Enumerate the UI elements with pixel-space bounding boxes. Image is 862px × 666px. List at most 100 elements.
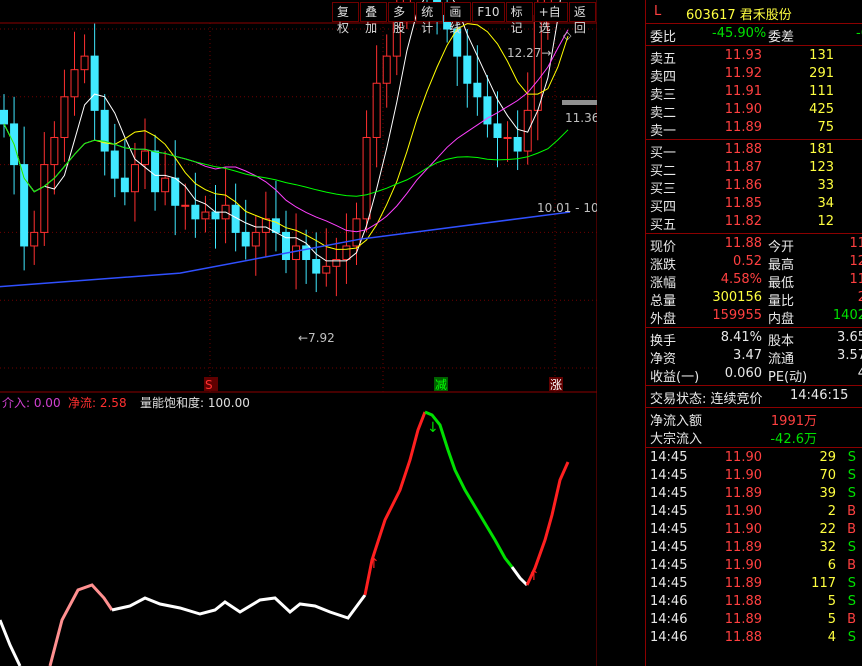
cell: 买二 (650, 164, 677, 179)
cell: 5 (827, 594, 836, 609)
indicator-label-0: 介入: 0.00 (2, 396, 61, 410)
toolbar-button-4[interactable]: 画线 (444, 2, 472, 35)
cell: 11.86 (724, 178, 762, 193)
cell: 大宗流入 (650, 432, 703, 447)
kline-chart[interactable]: 12.0011.5011.0010.5010.009.509.008.508.0… (0, 0, 597, 666)
cell: 卖五 (650, 52, 677, 67)
cell: 14:45 (650, 468, 688, 483)
indicator-curve-0 (0, 619, 22, 666)
panel-separator (646, 447, 862, 448)
cell: 34 (817, 196, 834, 211)
cell: S (847, 468, 856, 483)
cell: 123 (809, 160, 834, 175)
cell: 70 (819, 468, 836, 483)
cell: 0.52 (733, 254, 762, 269)
cell: 2 (827, 504, 836, 519)
cell: 12 (817, 214, 834, 229)
candle-body-51 (513, 136, 522, 152)
cell: 买三 (650, 182, 677, 197)
toolbar-button-1[interactable]: 叠加 (360, 2, 388, 35)
cell: 11.89 (724, 612, 762, 627)
cell: 11.90 (724, 468, 762, 483)
value: -45.90% (712, 26, 767, 41)
cell: 11.89 (724, 576, 762, 591)
toolbar-button-7[interactable]: +自选 (533, 2, 568, 35)
toolbar-button-0[interactable]: 复权 (332, 2, 360, 35)
candle-body-8 (80, 55, 89, 71)
bid-row-3: 买四 11.85 34 (650, 196, 862, 215)
ask-row-1: 卖四 11.92 291 (650, 66, 862, 85)
cell: 净资 (650, 352, 677, 367)
tick-row-3: 14:45 11.90 2 B (650, 504, 862, 522)
label: 委比 (650, 30, 677, 45)
cell: 14:46 (650, 594, 688, 609)
tick-row-10: 14:46 11.88 4 S (650, 630, 862, 648)
indicator-label-1: 净流: 2.58 (68, 396, 127, 410)
candle-body-19 (191, 204, 200, 220)
candle-body-18 (181, 204, 190, 207)
cell: 4 (858, 366, 862, 381)
bid-row-4: 买五 11.82 12 (650, 214, 862, 233)
panel-separator (646, 385, 862, 386)
cell: 3.65 (837, 330, 862, 345)
cell: B (847, 522, 856, 537)
candle-body-14 (141, 150, 149, 166)
cell: 1402 (832, 308, 862, 323)
indicator-curve-1 (48, 583, 114, 666)
toolbar-button-2[interactable]: 多股 (388, 2, 416, 35)
candle-body-13 (130, 164, 139, 193)
cell: 14:45 (650, 576, 688, 591)
cell: 流通 (768, 352, 795, 367)
cell: 今开 (768, 240, 795, 255)
cell: 5 (827, 612, 836, 627)
cell: 11.88 (724, 630, 762, 645)
cell: 111 (809, 84, 834, 99)
cell: 外盘 (650, 312, 677, 327)
cell: 4.58% (720, 272, 762, 287)
cell: 14:45 (650, 522, 688, 537)
candle-body-52 (523, 109, 532, 152)
indicator-curve-2 (111, 594, 367, 620)
range-text: 10.01 - 10 (537, 201, 597, 215)
cell: B (847, 612, 856, 627)
candle-body-12 (120, 177, 129, 193)
cell: 11.88 (724, 236, 762, 251)
toolbar-button-6[interactable]: 标记 (505, 2, 533, 35)
candle-body-10 (100, 109, 109, 152)
committee-row: 委比 -45.90%委差 -6 (650, 26, 862, 45)
tick-row-1: 14:45 11.90 70 S (650, 468, 862, 486)
cell: 买一 (650, 146, 677, 161)
cell: 内盘 (768, 312, 795, 327)
indicator-curve-5 (510, 566, 529, 587)
cell: B (847, 558, 856, 573)
stat-row-2: 涨幅 4.58% 最低 11 (650, 272, 862, 291)
cell: 0.060 (724, 366, 762, 381)
cell: 量比 (768, 294, 795, 309)
toolbar-button-8[interactable]: 返回 (568, 2, 596, 35)
cell: 现价 (650, 240, 677, 255)
cell: S (847, 576, 856, 591)
cell: 11.92 (724, 66, 762, 81)
panel-separator (646, 45, 862, 46)
toolbar-button-3[interactable]: 统计 (416, 2, 444, 35)
tick-row-8: 14:46 11.88 5 S (650, 594, 862, 612)
low-annotation: ←7.92 (298, 331, 335, 345)
cell: 交易状态: 连续竞价 (650, 392, 763, 407)
cell: 33 (817, 178, 834, 193)
chart-area[interactable]: 12.0011.5011.0010.5010.009.509.008.508.0… (0, 0, 597, 666)
candle-body-30 (302, 245, 311, 261)
stat-row-4: 外盘 159955 内盘 1402 (650, 308, 862, 327)
cell: 11.90 (724, 522, 762, 537)
cell: 14:45 (650, 486, 688, 501)
cell: 换手 (650, 334, 677, 349)
trade-status-row: 交易状态: 连续竞价 14:46:15 (650, 388, 862, 407)
signal-0: S (205, 378, 213, 392)
stat-row-1: 涨跌 0.52 最高 12 (650, 254, 862, 273)
candle-body-20 (201, 211, 210, 220)
cell: 11.91 (724, 84, 762, 99)
toolbar-button-5[interactable]: F10 (472, 2, 505, 22)
stat-row-3: 总量 300156 量比 2 (650, 290, 862, 309)
cell: 8.41% (720, 330, 762, 345)
bid-row-0: 买一 11.88 181 (650, 142, 862, 161)
candle-body-36 (362, 136, 371, 220)
